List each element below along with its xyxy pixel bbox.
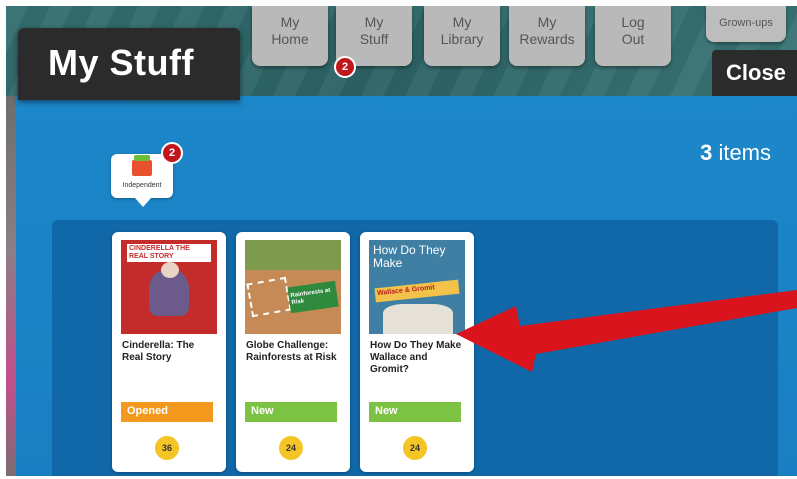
items-count: 3 items xyxy=(700,140,771,166)
my-stuff-panel: 3 items Independent 2 CINDERELLA THE REA… xyxy=(16,96,797,476)
book-stack-icon xyxy=(132,155,152,176)
pointer-arrow-icon xyxy=(456,290,797,372)
level-badge: 24 xyxy=(279,436,303,460)
book-title: Globe Challenge: Rainforests at Risk xyxy=(246,340,337,363)
page-title-plate: My Stuff xyxy=(18,28,240,100)
book-title: Cinderella: The Real Story xyxy=(122,340,195,363)
items-count-label: items xyxy=(718,140,771,165)
app-frame: My Home My Stuff My Library My Rewards L… xyxy=(6,6,797,476)
nav-label: Home xyxy=(271,31,309,47)
my-stuff-count-badge: 2 xyxy=(334,56,356,78)
nav-label: Out xyxy=(621,31,645,47)
nav-my-home-button[interactable]: My Home xyxy=(252,6,328,66)
level-badge: 36 xyxy=(155,436,179,460)
nav-label: My xyxy=(280,14,300,30)
cover-title: How Do They Make xyxy=(373,243,446,270)
page-title: My Stuff xyxy=(48,42,194,83)
background-strip xyxy=(6,96,16,476)
cover-illustration xyxy=(161,262,179,278)
book-cover: Rainforests at Risk xyxy=(245,240,341,334)
cover-title: CINDERELLA THE REAL STORY xyxy=(129,245,190,260)
collection-count-badge: 2 xyxy=(161,142,183,164)
nav-my-library-button[interactable]: My Library xyxy=(424,6,500,66)
nav-label: My xyxy=(364,14,384,30)
book-cover: CINDERELLA THE REAL STORY xyxy=(121,240,217,334)
nav-label: Stuff xyxy=(359,31,389,47)
collection-tab-label: Independent xyxy=(122,182,162,189)
cover-illustration xyxy=(246,276,292,318)
collection-tab-independent[interactable]: Independent 2 xyxy=(111,142,183,207)
book-card[interactable]: CINDERELLA THE REAL STORY Cinderella: Th… xyxy=(112,232,226,472)
status-badge: New xyxy=(245,402,337,422)
nav-label: Log xyxy=(621,14,645,30)
close-button[interactable]: Close xyxy=(712,50,797,96)
book-card[interactable]: Rainforests at Risk Globe Challenge: Rai… xyxy=(236,232,350,472)
level-badge: 24 xyxy=(403,436,427,460)
nav-label: My xyxy=(537,14,557,30)
nav-label: Rewards xyxy=(519,31,575,47)
status-badge: Opened xyxy=(121,402,213,422)
nav-log-out-button[interactable]: Log Out xyxy=(595,6,671,66)
items-count-number: 3 xyxy=(700,140,713,165)
nav-my-rewards-button[interactable]: My Rewards xyxy=(509,6,585,66)
nav-label: Library xyxy=(440,31,484,47)
grown-ups-button[interactable]: Grown-ups xyxy=(706,6,786,42)
nav-label: My xyxy=(452,14,472,30)
cover-illustration xyxy=(245,240,341,270)
